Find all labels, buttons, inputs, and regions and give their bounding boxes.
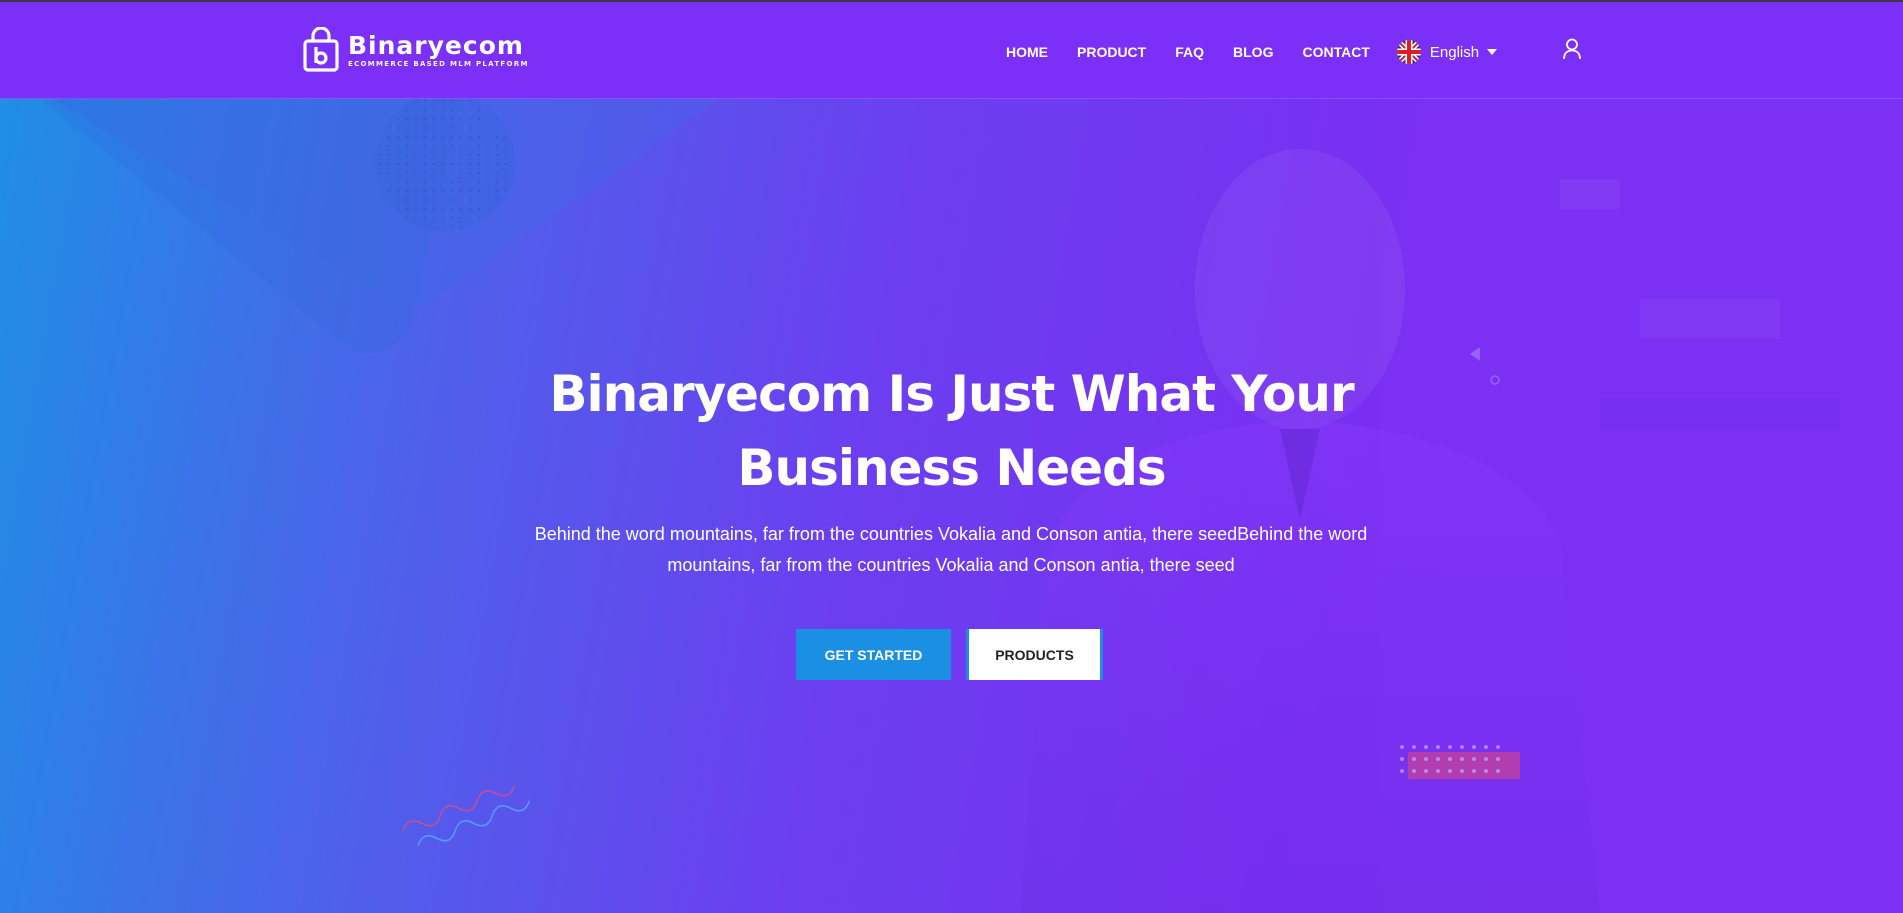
- get-started-button[interactable]: GET STARTED: [796, 629, 951, 680]
- brand-logo[interactable]: Binaryecom ECOMMERCE BASED MLM PLATFORM: [302, 27, 529, 73]
- nav-contact[interactable]: CONTACT: [1302, 44, 1369, 60]
- nav-home[interactable]: HOME: [1006, 44, 1048, 60]
- caret-down-icon: [1487, 49, 1498, 55]
- brand-tagline: ECOMMERCE BASED MLM PLATFORM: [348, 60, 529, 68]
- nav-product[interactable]: PRODUCT: [1077, 44, 1146, 60]
- hero-subtitle: Behind the word mountains, far from the …: [534, 524, 1368, 575]
- language-label: English: [1429, 43, 1480, 61]
- brand-name: Binaryecom: [348, 31, 524, 60]
- nav-faq[interactable]: FAQ: [1175, 44, 1204, 60]
- hero-title-line-2: Business Needs: [737, 439, 1166, 497]
- main-nav: HOME PRODUCT FAQ BLOG CONTACT English: [1006, 40, 1498, 64]
- uk-flag-icon: [1396, 40, 1421, 64]
- language-selector[interactable]: English: [1396, 40, 1498, 64]
- products-button[interactable]: PRODUCTS: [966, 629, 1103, 680]
- top-border: [0, 0, 1903, 2]
- nav-blog[interactable]: BLOG: [1233, 44, 1273, 60]
- site-header: Binaryecom ECOMMERCE BASED MLM PLATFORM …: [0, 0, 1903, 99]
- hero-background: [40, 99, 1903, 913]
- user-icon[interactable]: [1562, 38, 1582, 60]
- hero-title: Binaryecom Is Just What Your Business Ne…: [0, 357, 1903, 505]
- hero-title-line-1: Binaryecom Is Just What Your: [549, 365, 1354, 423]
- hero-section: Binaryecom Is Just What Your Business Ne…: [0, 99, 1903, 913]
- shopping-bag-icon: [303, 27, 339, 72]
